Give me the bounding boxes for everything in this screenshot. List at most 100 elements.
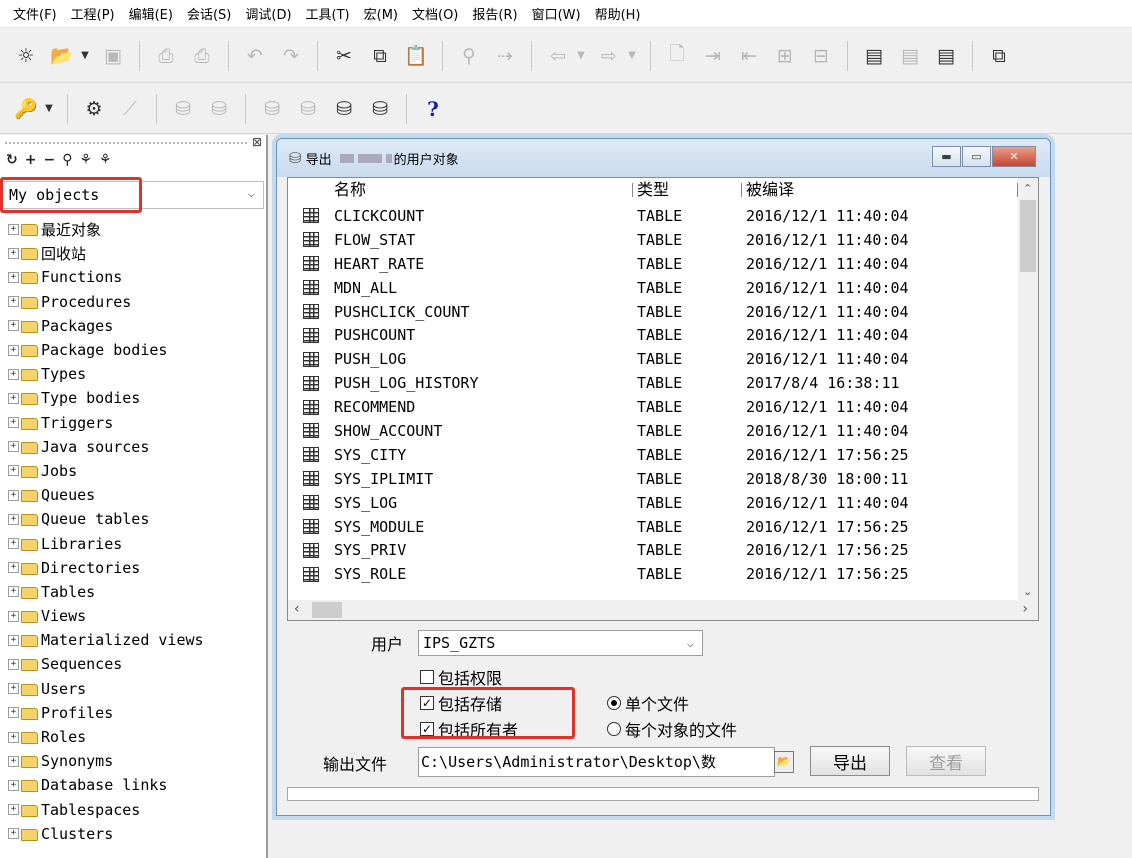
menu-window[interactable]: 窗口(W) — [525, 4, 588, 23]
expand-node-icon[interactable]: + — [8, 513, 19, 525]
scroll-left-icon[interactable]: ‹ — [294, 601, 300, 617]
close-icon[interactable]: ✕ — [992, 146, 1036, 167]
expand-node-icon[interactable]: + — [8, 586, 19, 598]
expand-node-icon[interactable]: + — [8, 828, 19, 840]
expand-node-icon[interactable]: + — [8, 707, 19, 719]
per-object-file-radio[interactable]: 每个对象的文件 — [607, 717, 737, 741]
tree-item[interactable]: + Views — [8, 604, 204, 628]
window-list-icon[interactable]: ▤ — [859, 41, 889, 71]
expand-node-icon[interactable]: + — [8, 731, 19, 743]
scroll-thumb[interactable] — [1020, 200, 1036, 272]
help-icon[interactable]: ? — [418, 94, 448, 124]
scroll-thumb[interactable] — [312, 602, 342, 618]
radio-circle[interactable] — [607, 696, 621, 710]
back-icon[interactable]: ⇦ — [543, 41, 573, 71]
expand-node-icon[interactable]: + — [8, 538, 19, 550]
windows-icon[interactable]: ⧉ — [984, 41, 1014, 71]
dialog-titlebar[interactable]: ⛁ 导出 的用户对象 ▬ ▭ ✕ — [277, 139, 1050, 177]
cut-icon[interactable]: ✂ — [329, 41, 359, 71]
indent-icon[interactable]: ⇥ — [698, 41, 728, 71]
expand-node-icon[interactable]: + — [8, 344, 19, 356]
tree-item[interactable]: + Queue tables — [8, 507, 204, 531]
forward-dropdown-icon[interactable]: ▼ — [625, 41, 639, 71]
menu-session[interactable]: 会话(S) — [180, 4, 238, 23]
export-button[interactable]: 导出 — [810, 746, 890, 776]
tree-item[interactable]: + Users — [8, 677, 204, 701]
copy-icon[interactable]: ⧉ — [365, 41, 395, 71]
expand-node-icon[interactable]: + — [8, 417, 19, 429]
menu-documents[interactable]: 文档(O) — [405, 4, 465, 23]
expand-node-icon[interactable]: + — [8, 441, 19, 453]
table-row[interactable]: SYS_ROLE TABLE 2016/12/1 17:56:25 — [288, 562, 1018, 586]
expand-node-icon[interactable]: + — [8, 489, 19, 501]
expand-node-icon[interactable]: + — [8, 271, 19, 283]
tree-item[interactable]: + Libraries — [8, 531, 204, 555]
tree-item[interactable]: + Packages — [8, 314, 204, 338]
previous-window-icon[interactable]: ⊟ — [806, 41, 836, 71]
open-dropdown-icon[interactable]: ▼ — [78, 41, 92, 71]
include-owner-checkbox[interactable]: ✓ 包括所有者 — [420, 717, 518, 741]
checkbox-box[interactable]: ✓ — [420, 722, 434, 736]
tree-item[interactable]: + Roles — [8, 725, 204, 749]
expand-node-icon[interactable]: + — [8, 392, 19, 404]
vertical-scrollbar[interactable]: ⌃ ⌄ — [1018, 178, 1038, 602]
menu-file[interactable]: 文件(F) — [6, 4, 64, 23]
find-icon[interactable]: ⚲ — [62, 152, 72, 168]
find-icon[interactable]: ⚲ — [454, 41, 484, 71]
table-row[interactable]: SYS_CITY TABLE 2016/12/1 17:56:25 — [288, 443, 1018, 467]
tree-item[interactable]: + Materialized views — [8, 628, 204, 652]
column-header-type[interactable]: 类型 — [633, 178, 742, 202]
tree-item[interactable]: + Queues — [8, 483, 204, 507]
tree-item[interactable]: + Type bodies — [8, 386, 204, 410]
tree-item[interactable]: + Types — [8, 362, 204, 386]
table-row[interactable]: PUSH_LOG TABLE 2016/12/1 11:40:04 — [288, 347, 1018, 371]
explain-plan-icon[interactable]: ⛁ — [365, 94, 395, 124]
tree-item[interactable]: + Sequences — [8, 652, 204, 676]
expand-node-icon[interactable]: + — [8, 247, 19, 259]
scroll-up-icon[interactable]: ⌃ — [1023, 182, 1032, 195]
table-row[interactable]: CLICKCOUNT TABLE 2016/12/1 11:40:04 — [288, 204, 1018, 228]
menu-tools[interactable]: 工具(T) — [299, 4, 357, 23]
user-select[interactable]: IPS_GZTS ⌵ — [418, 630, 703, 656]
filter-edit-icon[interactable]: ⚘ — [99, 152, 112, 168]
expand-node-icon[interactable]: + — [8, 562, 19, 574]
menu-project[interactable]: 工程(P) — [64, 4, 122, 23]
tree-item[interactable]: + 回收站 — [8, 241, 204, 265]
expand-node-icon[interactable]: + — [8, 465, 19, 477]
expand-node-icon[interactable]: + — [8, 755, 19, 767]
table-row[interactable]: SYS_IPLIMIT TABLE 2018/8/30 18:00:11 — [288, 467, 1018, 491]
new-icon[interactable]: ☼ — [11, 41, 41, 71]
paste-icon[interactable]: 📋 — [401, 41, 431, 71]
expand-node-icon[interactable]: + — [8, 296, 19, 308]
tree-item[interactable]: + Database links — [8, 773, 204, 797]
menu-help[interactable]: 帮助(H) — [588, 4, 648, 23]
expand-node-icon[interactable]: + — [8, 634, 19, 646]
table-row[interactable]: SYS_PRIV TABLE 2016/12/1 17:56:25 — [288, 538, 1018, 562]
window-cascade-icon[interactable]: ▤ — [931, 41, 961, 71]
commit-icon[interactable]: ⛁ — [168, 94, 198, 124]
redo-icon[interactable]: ↷ — [276, 41, 306, 71]
menu-macro[interactable]: 宏(M) — [357, 4, 405, 23]
print-preview-icon[interactable]: ⎙ — [187, 41, 217, 71]
tree-item[interactable]: + 最近对象 — [8, 217, 204, 241]
column-header-compiled[interactable]: 被编译 — [742, 178, 1018, 202]
table-row[interactable]: HEART_RATE TABLE 2016/12/1 11:40:04 — [288, 252, 1018, 276]
next-window-icon[interactable]: ⊞ — [770, 41, 800, 71]
include-storage-checkbox[interactable]: ✓ 包括存储 — [420, 691, 502, 715]
tree-item[interactable]: + Procedures — [8, 290, 204, 314]
menu-edit[interactable]: 编辑(E) — [122, 4, 180, 23]
filter-icon[interactable]: ⚘ — [79, 152, 92, 168]
table-row[interactable]: SYS_LOG TABLE 2016/12/1 11:40:04 — [288, 491, 1018, 515]
save-icon[interactable]: ▣ — [98, 41, 128, 71]
table-row[interactable]: SYS_MODULE TABLE 2016/12/1 17:56:25 — [288, 515, 1018, 539]
maximize-icon[interactable]: ▭ — [962, 146, 991, 167]
horizontal-scrollbar[interactable]: ‹ › — [288, 600, 1038, 620]
panel-grip[interactable] — [4, 141, 248, 145]
tree-item[interactable]: + Triggers — [8, 411, 204, 435]
sql-window-icon[interactable]: ⛁ — [257, 94, 287, 124]
expand-node-icon[interactable]: + — [8, 804, 19, 816]
expand-node-icon[interactable]: + — [8, 368, 19, 380]
table-row[interactable]: MDN_ALL TABLE 2016/12/1 11:40:04 — [288, 276, 1018, 300]
tree-item[interactable]: + Directories — [8, 556, 204, 580]
sql-icon[interactable]: ⛁ — [293, 94, 323, 124]
